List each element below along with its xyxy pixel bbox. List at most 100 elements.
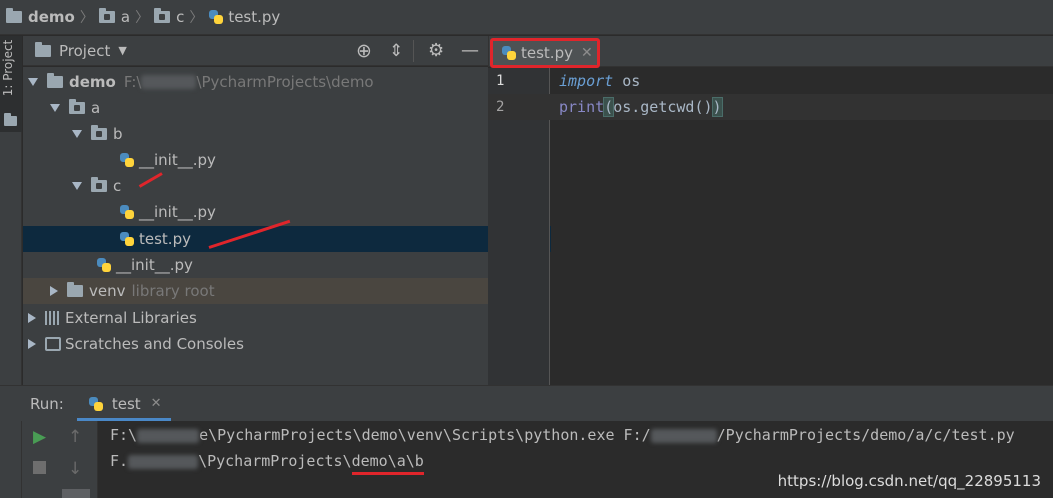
dropdown-arrow-icon[interactable]: ▼ (118, 44, 126, 57)
keyword: import (559, 72, 614, 90)
folder-icon (91, 177, 107, 192)
console-text: e\PycharmProjects\demo\venv\Scripts\pyth… (199, 426, 651, 444)
tree-item-label: b (113, 125, 123, 143)
folder-icon (6, 8, 22, 23)
tree-item-scratches[interactable]: Scratches and Consoles (23, 331, 493, 357)
tree-item-external-libraries[interactable]: External Libraries (23, 305, 493, 331)
expand-arrow-icon[interactable] (28, 78, 38, 86)
close-icon[interactable]: ✕ (581, 45, 593, 61)
tree-item-label: venv (89, 282, 126, 300)
tree-item-label: __init__.py (139, 151, 216, 169)
tree-item-venv[interactable]: venv library root (23, 278, 515, 304)
python-file-icon (119, 204, 135, 220)
breadcrumb-a[interactable]: a (121, 8, 130, 26)
chevron-right-icon: 〉 (79, 10, 94, 26)
expand-arrow-icon[interactable] (50, 104, 60, 112)
python-file-icon (501, 45, 517, 61)
project-icon (35, 41, 51, 57)
python-file-icon (208, 9, 224, 25)
tree-item-b[interactable]: b (23, 121, 537, 147)
down-arrow-icon[interactable]: ↓ (68, 459, 82, 479)
tab-test-py[interactable]: test.py ✕ (490, 38, 600, 68)
folder-icon (4, 110, 17, 129)
library-icon (45, 311, 61, 325)
expand-arrow-icon[interactable] (28, 313, 36, 323)
project-panel-title[interactable]: Project (59, 42, 110, 60)
console-line-1: F:\ e\PycharmProjects\demo\venv\Scripts\p… (110, 426, 1015, 444)
console-text: \PycharmProjects\ (198, 452, 352, 470)
console-text-highlighted: demo\a\b (351, 452, 424, 475)
tree-item-label: demo (69, 73, 116, 91)
tree-item-demo[interactable]: demo F:\ \PycharmProjects\demo (23, 69, 493, 95)
tree-item-label: External Libraries (65, 309, 197, 327)
expand-arrow-icon[interactable] (28, 339, 36, 349)
code-line-1[interactable]: import os (559, 72, 640, 90)
tree-item-path: F:\ (123, 73, 142, 91)
builtin-function: print (559, 98, 605, 116)
tree-item-label: __init__.py (116, 256, 193, 274)
tree-item-note: library root (131, 282, 215, 300)
chevron-right-icon: 〉 (135, 10, 150, 26)
tree-item-path: \PycharmProjects\demo (196, 73, 374, 91)
gear-icon[interactable]: ⚙ (428, 40, 444, 61)
tree-item-label: Scratches and Consoles (65, 335, 244, 353)
expand-arrow-icon[interactable] (72, 182, 82, 190)
chevron-right-icon: 〉 (189, 10, 204, 26)
python-file-icon (96, 257, 112, 273)
tree-item-label: __init__.py (139, 203, 216, 221)
run-label: Run: (30, 394, 64, 413)
collapse-all-icon[interactable]: ⇕ (389, 41, 403, 61)
tab-label: test.py (521, 44, 573, 62)
matched-paren: ) (711, 97, 723, 117)
console-output[interactable]: F:\ e\PycharmProjects\demo\venv\Scripts\p… (98, 421, 1053, 498)
tree-item-label: c (113, 177, 122, 195)
line-number: 2 (496, 99, 505, 115)
tree-item-init[interactable]: __init__.py (23, 252, 561, 278)
folder-icon (91, 125, 107, 140)
run-icon[interactable]: ▶ (33, 427, 46, 447)
wrap-icon[interactable] (62, 489, 90, 498)
console-text: /PycharmProjects/demo/a/c/test.py (716, 426, 1015, 444)
code-text: os.getcwd() (613, 98, 713, 116)
python-file-icon (119, 231, 135, 247)
code-line-2[interactable]: print(os.getcwd()) (559, 97, 723, 117)
close-icon[interactable]: ✕ (151, 396, 162, 411)
blurred-region (128, 454, 199, 469)
project-tree: demo F:\ \PycharmProjects\demo a b __ini… (23, 67, 584, 385)
watermark: https://blog.csdn.net/qq_22895113 (777, 472, 1041, 490)
hide-icon[interactable]: — (461, 40, 479, 61)
expand-arrow-icon[interactable] (50, 286, 58, 296)
code-text: os (613, 72, 641, 90)
project-tool-label[interactable]: 1: Project (1, 29, 21, 107)
project-panel-header: Project ▼ ⊕ ⇕ ⚙ — (23, 36, 488, 66)
tree-item-label: test.py (139, 230, 191, 248)
breadcrumb-test-py[interactable]: test.py (228, 8, 280, 26)
console-text: F. (110, 452, 129, 470)
stop-icon[interactable] (33, 461, 46, 474)
run-toolbar: ▶ ↑ ↓ (22, 421, 98, 498)
line-number: 1 (496, 73, 505, 89)
tree-item-c[interactable]: c (23, 173, 537, 199)
divider (413, 40, 414, 62)
console-line-2: F. \PycharmProjects\demo\a\b (110, 452, 424, 475)
locate-icon[interactable]: ⊕ (356, 40, 372, 62)
blurred-region (650, 428, 717, 443)
folder-icon (154, 8, 171, 23)
expand-arrow-icon[interactable] (72, 130, 82, 138)
blurred-region (137, 428, 200, 443)
python-file-icon (88, 396, 104, 412)
up-arrow-icon[interactable]: ↑ (68, 427, 82, 447)
breadcrumb-c[interactable]: c (176, 8, 184, 26)
breadcrumb: demo 〉 a 〉 c 〉 test.py (0, 0, 1053, 35)
folder-icon (98, 8, 115, 23)
scratches-icon (45, 337, 61, 351)
folder-icon (47, 73, 63, 88)
run-tab-label[interactable]: test (112, 395, 141, 413)
python-file-icon (119, 152, 135, 168)
console-text: F:\ (110, 426, 138, 444)
run-panel-header: Run: test ✕ (0, 385, 1053, 421)
breadcrumb-demo[interactable]: demo (28, 8, 75, 26)
matched-paren: ( (603, 97, 615, 117)
tree-item-label: a (91, 99, 101, 117)
tree-item-a[interactable]: a (23, 95, 515, 121)
